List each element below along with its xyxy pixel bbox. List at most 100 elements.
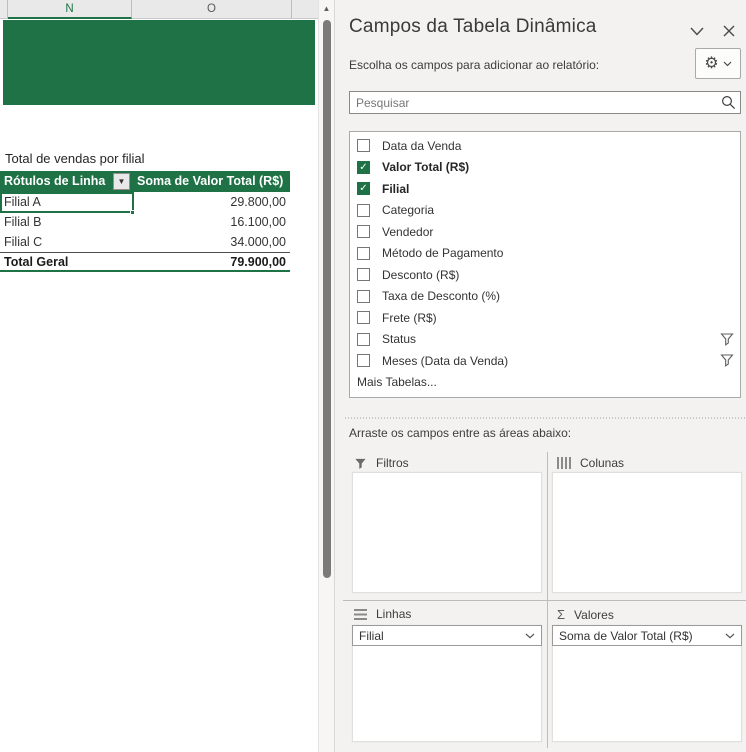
drag-areas-hint: Arraste os campos entre as áreas abaixo: bbox=[349, 426, 572, 440]
field-label: Vendedor bbox=[382, 224, 434, 239]
spreadsheet-area: N O Total de vendas por filial Rótulos d… bbox=[0, 0, 335, 752]
filter-icon[interactable] bbox=[710, 333, 740, 346]
field-item[interactable]: Taxa de Desconto (%) bbox=[350, 286, 740, 308]
checkbox-icon[interactable] bbox=[357, 139, 370, 153]
field-item[interactable]: ✓ Filial bbox=[350, 178, 740, 200]
columns-area-label: Colunas bbox=[557, 456, 624, 470]
pill-label: Soma de Valor Total (R$) bbox=[559, 628, 693, 643]
close-icon[interactable] bbox=[717, 20, 741, 42]
filter-icon[interactable] bbox=[710, 354, 740, 368]
checkbox-icon[interactable] bbox=[357, 203, 370, 217]
fill-handle[interactable] bbox=[130, 210, 135, 215]
row-labels-dropdown-icon[interactable]: ▼ bbox=[113, 173, 130, 190]
vertical-scrollbar[interactable]: ▲ bbox=[318, 0, 334, 752]
columns-drop-area[interactable] bbox=[552, 472, 742, 593]
chevron-down-icon bbox=[723, 61, 732, 66]
rows-icon bbox=[354, 608, 367, 620]
search-icon[interactable] bbox=[716, 95, 740, 110]
pivot-total-row[interactable]: Total Geral 79.900,00 bbox=[0, 252, 290, 272]
sigma-icon: Σ bbox=[557, 607, 566, 622]
column-header-o[interactable]: O bbox=[132, 0, 292, 19]
pivot-row[interactable]: Filial A 29.800,00 bbox=[0, 192, 290, 212]
field-item[interactable]: Status bbox=[350, 329, 740, 351]
field-label: Taxa de Desconto (%) bbox=[382, 289, 501, 304]
pivot-header-row: Rótulos de Linha ▼ Soma de Valor Total (… bbox=[0, 171, 290, 192]
pivot-header-row-labels[interactable]: Rótulos de Linha ▼ bbox=[0, 171, 133, 192]
gear-icon: ⚙ bbox=[704, 54, 719, 72]
field-label: Categoria bbox=[382, 203, 435, 218]
chevron-down-icon bbox=[525, 633, 535, 639]
checkbox-checked-icon[interactable]: ✓ bbox=[357, 182, 370, 196]
pivot-fields-pane: Campos da Tabela Dinâmica Escolha os cam… bbox=[335, 0, 746, 752]
checkbox-icon[interactable] bbox=[357, 246, 370, 260]
checkbox-icon[interactable] bbox=[357, 289, 370, 303]
field-item[interactable]: Vendedor bbox=[350, 221, 740, 243]
values-field-pill[interactable]: Soma de Valor Total (R$) bbox=[552, 625, 742, 646]
chevron-down-icon[interactable] bbox=[685, 20, 709, 42]
column-header-partial[interactable] bbox=[292, 0, 318, 19]
scrollbar-thumb[interactable] bbox=[323, 20, 331, 578]
pill-label: Filial bbox=[359, 628, 384, 643]
pivot-row-value[interactable]: 29.800,00 bbox=[133, 192, 290, 212]
columns-label-text: Colunas bbox=[580, 456, 625, 470]
rows-label-text: Linhas bbox=[376, 607, 412, 621]
section-divider bbox=[345, 417, 745, 419]
column-header-n[interactable]: N bbox=[8, 0, 132, 19]
filters-area-label: Filtros bbox=[354, 456, 409, 470]
field-item[interactable]: Frete (R$) bbox=[350, 307, 740, 329]
pivot-row-label[interactable]: Filial A bbox=[0, 192, 133, 212]
pivot-header-values[interactable]: Soma de Valor Total (R$) bbox=[133, 171, 290, 192]
rows-drop-area[interactable]: Filial bbox=[352, 625, 542, 742]
chevron-down-icon bbox=[725, 633, 735, 639]
tools-button[interactable]: ⚙ bbox=[695, 48, 741, 79]
pill-dropdown[interactable] bbox=[725, 633, 735, 639]
pivot-row-value[interactable]: 16.100,00 bbox=[133, 212, 290, 232]
field-item[interactable]: Meses (Data da Venda) bbox=[350, 350, 740, 372]
search-box bbox=[349, 91, 741, 114]
checkbox-icon[interactable] bbox=[357, 268, 370, 282]
pivot-row[interactable]: Filial C 34.000,00 bbox=[0, 232, 290, 252]
pivot-row-value[interactable]: 34.000,00 bbox=[133, 232, 290, 252]
pivot-table: Rótulos de Linha ▼ Soma de Valor Total (… bbox=[0, 171, 290, 272]
pivot-header-label: Rótulos de Linha bbox=[4, 174, 106, 188]
pivot-total-label: Total Geral bbox=[4, 255, 69, 269]
pivot-table-title: Total de vendas por filial bbox=[5, 151, 145, 166]
field-label: Status bbox=[382, 332, 417, 347]
field-label: Filial bbox=[382, 181, 410, 196]
search-input[interactable] bbox=[350, 95, 716, 110]
field-item[interactable]: Método de Pagamento bbox=[350, 243, 740, 265]
checkbox-checked-icon[interactable]: ✓ bbox=[357, 160, 370, 174]
pivot-row[interactable]: Filial B 16.100,00 bbox=[0, 212, 290, 232]
column-header-sliver[interactable] bbox=[0, 0, 8, 19]
field-label: Meses (Data da Venda) bbox=[382, 353, 509, 368]
pill-dropdown[interactable] bbox=[525, 633, 535, 639]
pivot-row-label[interactable]: Filial C bbox=[0, 232, 133, 252]
pane-subtitle: Escolha os campos para adicionar ao rela… bbox=[349, 58, 600, 72]
checkbox-icon[interactable] bbox=[357, 354, 370, 368]
field-label: Método de Pagamento bbox=[382, 246, 504, 261]
green-chart-shape[interactable] bbox=[3, 20, 315, 105]
checkbox-icon[interactable] bbox=[357, 225, 370, 239]
scroll-up-icon[interactable]: ▲ bbox=[319, 0, 334, 17]
checkbox-icon[interactable] bbox=[357, 311, 370, 325]
more-tables-link[interactable]: Mais Tabelas... bbox=[350, 372, 740, 394]
field-list-items: Data da Venda ✓ Valor Total (R$) ✓ Filial Cat… bbox=[350, 135, 740, 372]
field-label: Desconto (R$) bbox=[382, 267, 460, 282]
field-list: Data da Venda ✓ Valor Total (R$) ✓ Filial Cat… bbox=[349, 131, 741, 398]
rows-field-pill[interactable]: Filial bbox=[352, 625, 542, 646]
field-label: Frete (R$) bbox=[382, 310, 437, 325]
field-item[interactable]: Desconto (R$) bbox=[350, 264, 740, 286]
areas-section: Filtros Colunas Linhas Σ Valores Filial … bbox=[335, 448, 746, 752]
values-label-text: Valores bbox=[574, 607, 614, 622]
field-label: Valor Total (R$) bbox=[382, 160, 470, 175]
values-area-label: Σ Valores bbox=[557, 607, 614, 622]
pivot-row-label[interactable]: Filial B bbox=[0, 212, 133, 232]
checkbox-icon[interactable] bbox=[357, 332, 370, 346]
filters-drop-area[interactable] bbox=[352, 472, 542, 593]
field-item[interactable]: Categoria bbox=[350, 200, 740, 222]
columns-icon bbox=[557, 457, 571, 469]
field-item[interactable]: Data da Venda bbox=[350, 135, 740, 157]
field-item[interactable]: ✓ Valor Total (R$) bbox=[350, 157, 740, 179]
pane-title: Campos da Tabela Dinâmica bbox=[349, 16, 597, 37]
values-drop-area[interactable]: Soma de Valor Total (R$) bbox=[552, 625, 742, 742]
